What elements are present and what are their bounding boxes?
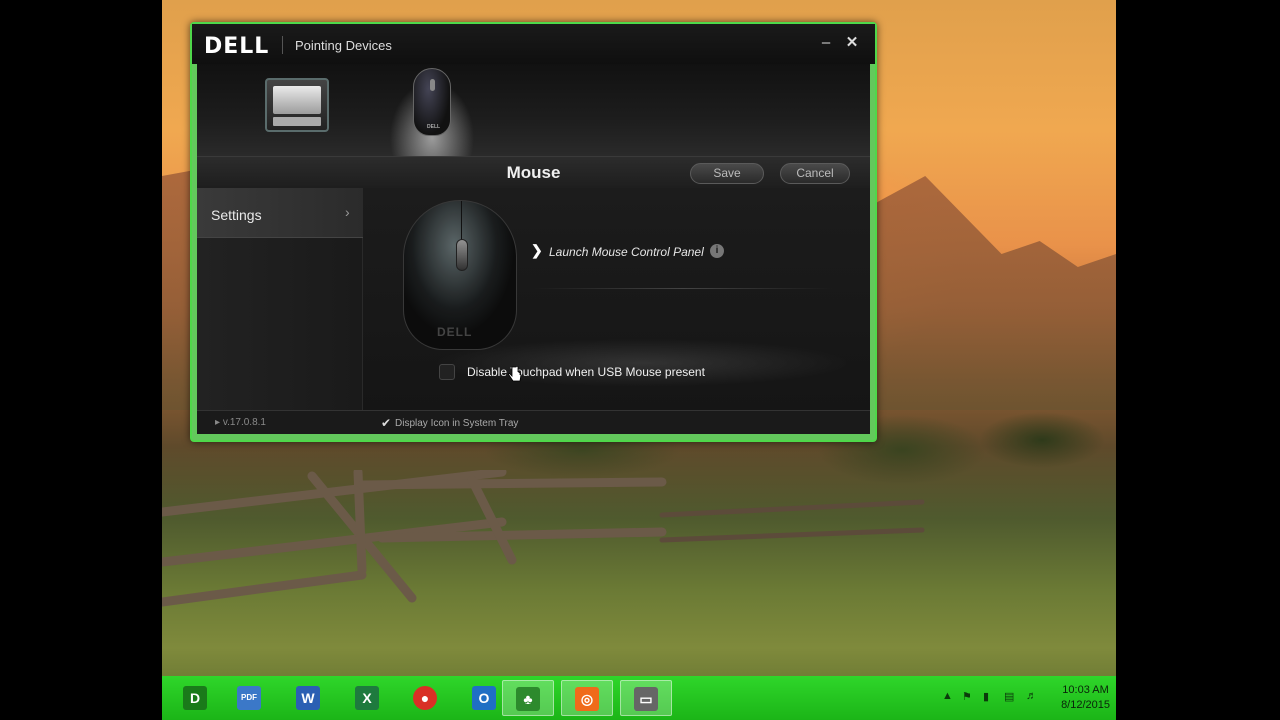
window-body: Settings › DELL ❯ Launch Mouse Control P… [197,188,870,410]
chevron-right-icon: ❯ [531,242,543,258]
version-text: v.17.0.8.1 [222,417,266,428]
app-d-icon: D [183,686,207,710]
sidebar-item-label: Settings [211,207,262,223]
outlook-icon: O [472,686,496,710]
section-header: Mouse Save Cancel [197,156,870,188]
disable-touchpad-label[interactable]: Disable Touchpad when USB Mouse present [467,365,705,379]
taskbar-chrome[interactable]: ● [400,680,452,716]
show-hidden-icons-icon[interactable]: ▲ [942,690,953,702]
mouse-brand-text: DELL [437,325,473,339]
chrome-icon: ● [413,686,437,710]
word-icon: W [296,686,320,710]
minimize-button[interactable]: – [816,33,836,53]
disable-touchpad-checkbox[interactable] [439,364,455,380]
volume-icon[interactable]: ♬ [1026,690,1037,702]
cancel-button[interactable]: Cancel [780,163,850,184]
touchpad-buttons [273,117,321,126]
info-icon[interactable]: i [710,244,724,258]
touchpad-surface [273,86,321,114]
title-bar: DELL Pointing Devices – ✕ [192,24,875,64]
excel-icon: X [355,686,379,710]
clock-time: 10:03 AM [1062,684,1109,696]
content-glow [363,338,870,388]
sidebar-item-settings[interactable]: Settings › [197,188,363,238]
taskbar-excel[interactable]: X [342,680,394,716]
dell-logo: DELL [204,34,270,59]
pdf-icon: PDF [237,686,261,710]
wallpaper-fence [162,470,925,607]
taskbar-touchpad-app[interactable]: ▭ [620,680,672,716]
taskbar: D PDF W X ● O ♣ ◎ ▭ ▲ ⚑ ▮ ▤ ♬ 10:03 AM 8… [162,676,1116,720]
settings-content: DELL ❯ Launch Mouse Control Panel i Disa… [363,188,870,410]
orange-app-icon: ◎ [575,687,599,711]
system-tray-checkbox[interactable]: ✔ [381,416,391,430]
close-button[interactable]: ✕ [842,33,862,53]
system-tray-label[interactable]: Display Icon in System Tray [395,418,518,429]
taskbar-word[interactable]: W [283,680,335,716]
version-label: ▸ v.17.0.8.1 [215,417,266,428]
window-footer: ▸ v.17.0.8.1 ✔ Display Icon in System Tr… [197,410,870,434]
network-icon[interactable]: ▤ [1004,690,1014,703]
hand-cursor-icon [508,366,522,382]
touchpad-app-icon: ▭ [634,687,658,711]
pointing-devices-window: DELL Pointing Devices – ✕ DELL Mouse Sav… [190,22,877,442]
sidebar: Settings › [197,188,363,410]
title-separator [282,36,283,54]
save-button[interactable]: Save [690,163,764,184]
system-tray: ▲ ⚑ ▮ ▤ ♬ 10:03 AM 8/12/2015 [936,676,1116,720]
device-selector: DELL [197,64,870,156]
clock-date: 8/12/2015 [1061,699,1110,711]
taskbar-orange-app[interactable]: ◎ [561,680,613,716]
page-title: Mouse [506,163,561,182]
clock[interactable]: 10:03 AM 8/12/2015 [1061,683,1110,713]
divider [533,288,833,289]
touchpad-icon[interactable] [265,78,329,132]
taskbar-game[interactable]: ♣ [502,680,554,716]
taskbar-pdf[interactable]: PDF [224,680,276,716]
window-title: Pointing Devices [295,38,392,53]
mouse-icon-brand: DELL [427,124,441,130]
battery-icon[interactable]: ▮ [983,690,989,703]
flag-icon[interactable]: ⚑ [962,690,972,703]
taskbar-app-d[interactable]: D [170,680,222,716]
launch-mouse-control-panel-link[interactable]: Launch Mouse Control Panel [549,245,704,259]
mouse-wheel [456,239,468,271]
screen: DELL Pointing Devices – ✕ DELL Mouse Sav… [0,0,1280,720]
chevron-right-icon: › [345,204,350,220]
game-icon: ♣ [516,687,540,711]
